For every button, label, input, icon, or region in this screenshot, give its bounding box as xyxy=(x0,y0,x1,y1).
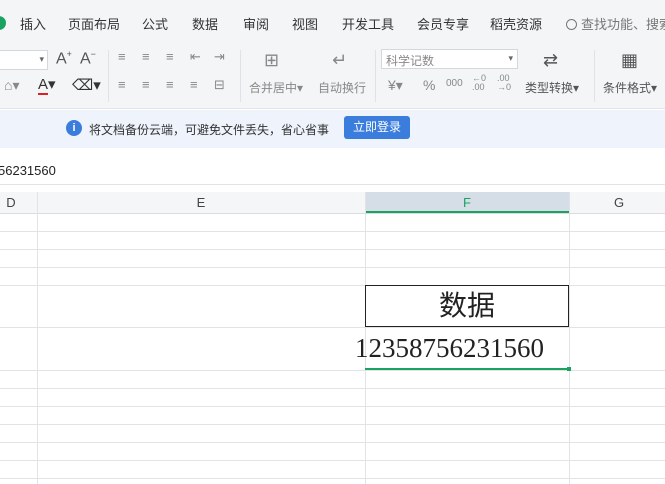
merge-center-icon[interactable]: ⊞ xyxy=(264,50,279,71)
fill-handle[interactable] xyxy=(567,367,571,371)
menu-insert[interactable]: 插入 xyxy=(20,14,46,33)
menu-docer-resources[interactable]: 稻壳资源 xyxy=(490,14,542,33)
menu-formulas[interactable]: 公式 xyxy=(142,14,168,33)
info-icon: i xyxy=(66,120,82,136)
number-format-value: 科学记数 xyxy=(386,54,435,68)
distributed-align-icon[interactable]: ⊟ xyxy=(214,77,225,93)
currency-button[interactable]: ¥▾ xyxy=(388,77,403,94)
cell-f-header[interactable]: 数据 xyxy=(365,285,569,327)
align-top-icon[interactable]: ≡ xyxy=(118,49,126,64)
menu-bar: 插入 页面布局 公式 数据 审阅 视图 开发工具 会员专享 稻壳资源 查找功能、… xyxy=(0,0,665,47)
formula-bar[interactable] xyxy=(0,156,665,185)
chevron-down-icon: ▾ xyxy=(508,53,513,63)
login-button[interactable]: 立即登录 xyxy=(344,116,410,139)
align-middle-icon[interactable]: ≡ xyxy=(142,49,150,64)
decrease-decimal-icon[interactable]: .00 →0 xyxy=(497,74,511,92)
align-left-icon[interactable]: ≡ xyxy=(118,77,126,92)
search-icon xyxy=(566,19,577,30)
type-convert-button[interactable]: 类型转换▾ xyxy=(525,79,579,96)
column-header-g[interactable]: G xyxy=(569,192,665,213)
formula-value[interactable]: 56231560 xyxy=(0,163,56,178)
chevron-down-icon: ▾ xyxy=(39,54,44,64)
app-logo-icon[interactable] xyxy=(0,16,6,30)
font-color-icon[interactable]: A▾ xyxy=(38,75,56,95)
border-icon[interactable]: ⌂▾ xyxy=(4,77,19,94)
align-bottom-icon[interactable]: ≡ xyxy=(166,49,174,64)
auto-wrap-button[interactable]: 自动换行 xyxy=(318,79,366,96)
menu-view[interactable]: 视图 xyxy=(292,14,318,33)
conditional-format-button[interactable]: 条件格式▾ xyxy=(603,79,657,96)
notice-text: 将文档备份云端，可避免文件丢失，省心省事 xyxy=(89,123,330,137)
column-header-d[interactable]: D xyxy=(0,192,36,213)
menu-review[interactable]: 审阅 xyxy=(243,14,269,33)
search-box[interactable]: 查找功能、搜索 xyxy=(566,14,665,33)
indent-increase-icon[interactable]: ⇥ xyxy=(214,49,225,65)
menu-member[interactable]: 会员专享 xyxy=(417,14,469,33)
menu-page-layout[interactable]: 页面布局 xyxy=(68,14,120,33)
ribbon-toolbar: ▾ A+ A− ⌂▾ A▾ ⌫▾ ≡ ≡ ≡ ⇤ ⇥ ≡ ≡ ≡ ≡ ⊟ ⊞ 合… xyxy=(0,46,665,109)
decrease-font-icon[interactable]: A− xyxy=(80,49,96,68)
merge-center-button[interactable]: 合并居中▾ xyxy=(249,79,303,96)
align-center-icon[interactable]: ≡ xyxy=(142,77,150,92)
increase-decimal-icon[interactable]: ←0.00 xyxy=(472,74,486,92)
menu-data[interactable]: 数据 xyxy=(192,14,218,33)
number-format-select[interactable]: 科学记数 ▾ xyxy=(381,49,518,69)
font-size-select[interactable]: ▾ xyxy=(0,50,48,70)
search-placeholder: 查找功能、搜索 xyxy=(581,17,665,32)
align-justify-icon[interactable]: ≡ xyxy=(190,77,198,92)
indent-decrease-icon[interactable]: ⇤ xyxy=(190,49,201,65)
percent-button[interactable]: % xyxy=(423,77,435,93)
column-header-f[interactable]: F xyxy=(365,192,569,213)
cell-f-value[interactable]: 12358756231560 xyxy=(355,333,585,364)
type-convert-icon[interactable]: ⇄ xyxy=(543,50,558,71)
column-header-e[interactable]: E xyxy=(37,192,365,213)
active-cell-border xyxy=(365,368,570,370)
menu-developer[interactable]: 开发工具 xyxy=(342,14,394,33)
thousands-separator-button[interactable]: 000 xyxy=(446,78,463,89)
increase-font-icon[interactable]: A+ xyxy=(56,49,72,68)
clear-format-icon[interactable]: ⌫▾ xyxy=(72,76,101,94)
wrap-text-icon[interactable]: ↵ xyxy=(332,50,347,71)
align-right-icon[interactable]: ≡ xyxy=(166,77,174,92)
conditional-format-icon[interactable]: ▦ xyxy=(621,50,638,71)
